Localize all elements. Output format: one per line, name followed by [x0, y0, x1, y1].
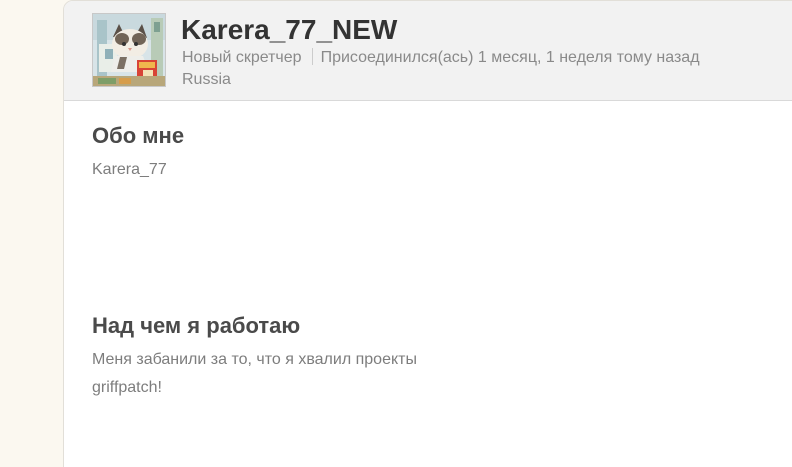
- about-title: Обо мне: [92, 123, 185, 148]
- profile-username: Karera_77_NEW: [181, 14, 398, 45]
- cat-avatar-icon[interactable]: [92, 13, 166, 87]
- working-on-title: Над чем я работаю: [92, 313, 301, 338]
- working-on-text: Меня забанили за то, что я хвалил проект…: [92, 351, 417, 396]
- profile-card: Karera_77_NEW Новый скретчер Присоединилс…: [63, 0, 792, 467]
- profile-location: Russia: [182, 71, 231, 88]
- profile-meta: Новый скретчер Присоединился(ась) 1 месяц…: [182, 48, 700, 68]
- profile-status: Новый скретчер: [182, 49, 302, 66]
- profile-header: Karera_77_NEW Новый скретчер Присоединилс…: [64, 1, 792, 101]
- join-date: Присоединился(ась) 1 месяц, 1 неделя том…: [320, 49, 700, 66]
- meta-divider: [311, 48, 313, 65]
- about-text: Karera_77: [92, 161, 167, 178]
- profile-page: Karera_77_NEW Новый скретчер Присоединилс…: [0, 0, 792, 467]
